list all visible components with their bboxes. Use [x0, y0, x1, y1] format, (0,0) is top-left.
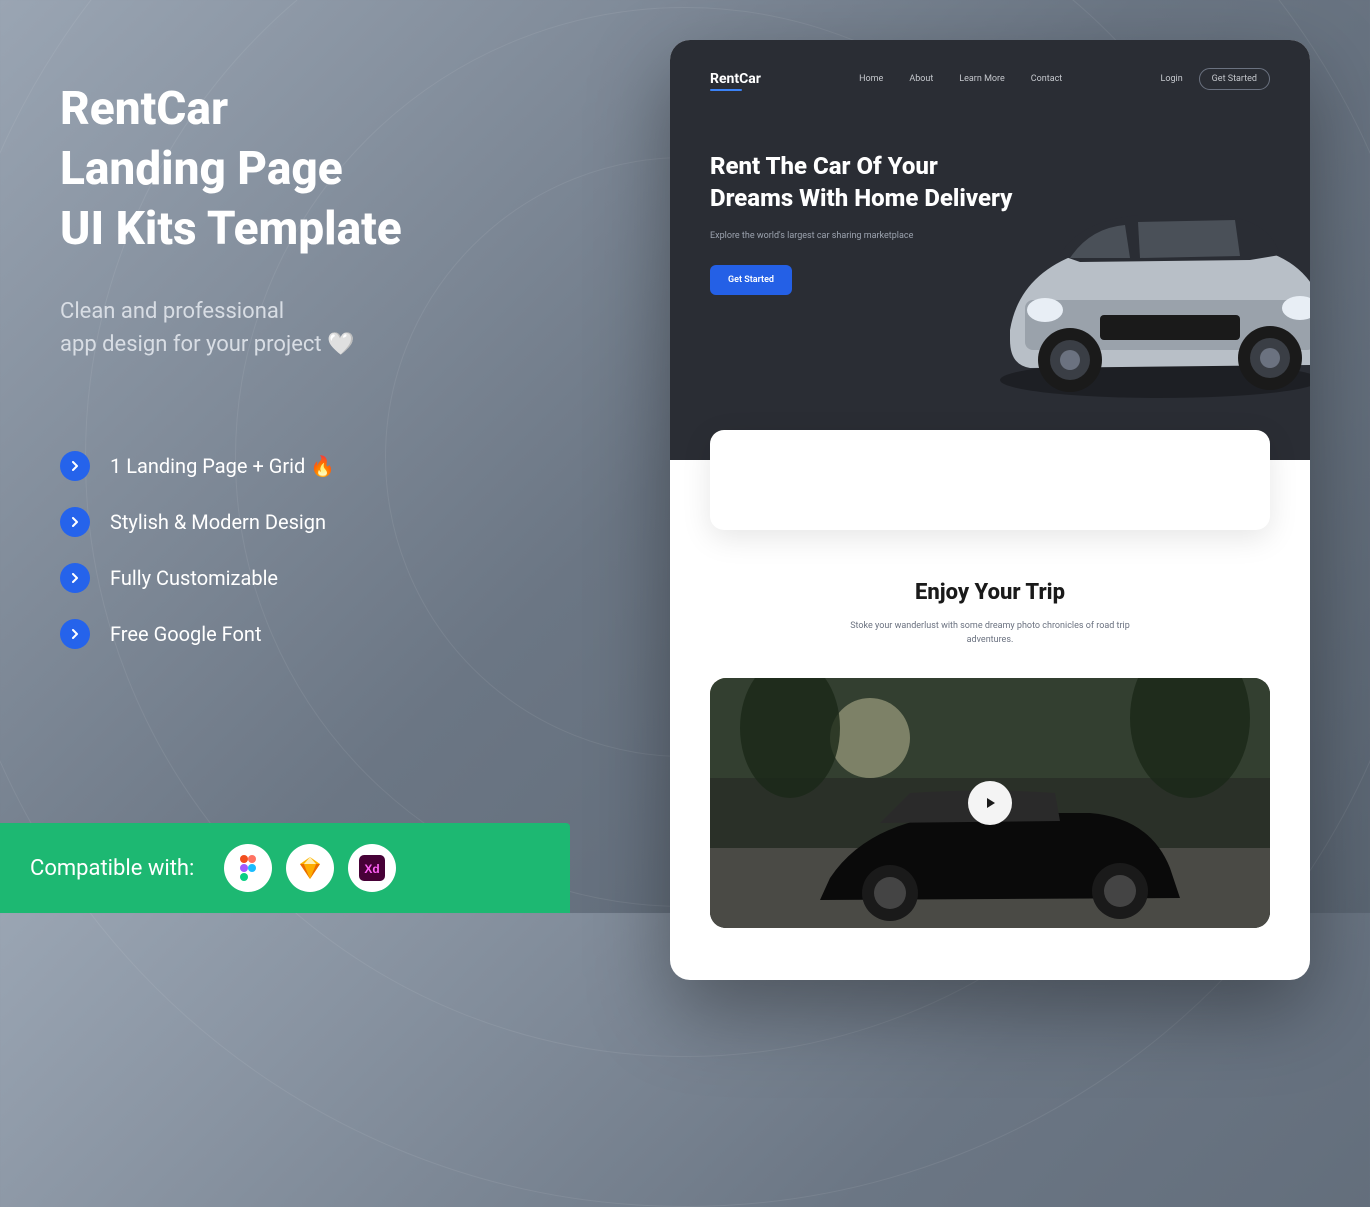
feature-text: Free Google Font — [110, 622, 262, 646]
compat-label: Compatible with: — [30, 856, 194, 881]
promo-title: RentCar Landing Page UI Kits Template — [60, 80, 580, 259]
feature-text: Fully Customizable — [110, 566, 278, 590]
sketch-icon — [286, 844, 334, 892]
hero-car-image — [970, 150, 1310, 410]
feature-text: Stylish & Modern Design — [110, 510, 326, 534]
nav-contact[interactable]: Contact — [1031, 74, 1062, 84]
section-title: Enjoy Your Trip — [710, 580, 1270, 605]
video-thumbnail[interactable] — [710, 678, 1270, 928]
feature-item-3: Fully Customizable — [60, 563, 580, 593]
nav-learn-more[interactable]: Learn More — [959, 74, 1005, 84]
feature-text: 1 Landing Page + Grid 🔥 — [110, 454, 335, 478]
feature-item-2: Stylish & Modern Design — [60, 507, 580, 537]
figma-icon — [224, 844, 272, 892]
subtitle-line1: Clean and professional — [60, 299, 284, 324]
hero-section: RentCar Home About Learn More Contact Lo… — [670, 40, 1310, 460]
chevron-right-icon — [60, 563, 90, 593]
logo[interactable]: RentCar — [710, 71, 761, 87]
feature-item-4: Free Google Font — [60, 619, 580, 649]
get-started-button[interactable]: Get Started — [1199, 68, 1270, 90]
chevron-right-icon — [60, 619, 90, 649]
chevron-right-icon — [60, 507, 90, 537]
navbar: RentCar Home About Learn More Contact Lo… — [710, 68, 1270, 90]
feature-item-1: 1 Landing Page + Grid 🔥 — [60, 451, 580, 481]
login-link[interactable]: Login — [1160, 74, 1182, 84]
template-mockup: RentCar Home About Learn More Contact Lo… — [670, 40, 1310, 980]
svg-text:Xd: Xd — [365, 862, 380, 876]
search-card[interactable] — [710, 430, 1270, 530]
adobe-xd-icon: Xd — [348, 844, 396, 892]
nav-home[interactable]: Home — [859, 74, 883, 84]
nav-links: Home About Learn More Contact — [859, 74, 1062, 84]
auth-links: Login Get Started — [1160, 68, 1270, 90]
heart-icon: 🤍 — [327, 332, 354, 357]
play-button[interactable] — [968, 781, 1012, 825]
feature-list: 1 Landing Page + Grid 🔥 Stylish & Modern… — [60, 451, 580, 649]
section-subtitle: Stoke your wanderlust with some dreamy p… — [845, 619, 1135, 648]
subtitle-line2: app design for your project — [60, 332, 322, 357]
promo-subtitle: Clean and professional app design for yo… — [60, 295, 580, 361]
nav-about[interactable]: About — [909, 74, 933, 84]
compatibility-bar: Compatible with: Xd — [0, 823, 570, 913]
chevron-right-icon — [60, 451, 90, 481]
hero-cta-button[interactable]: Get Started — [710, 265, 792, 295]
